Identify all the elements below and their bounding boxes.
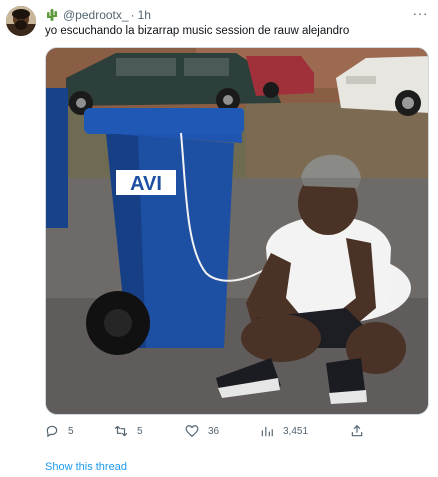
timestamp[interactable]: 1h [138, 8, 151, 22]
share-button[interactable] [350, 424, 373, 438]
tweet-card[interactable]: @pedrootx_ · 1h ··· yo escuchando la biz… [0, 0, 438, 477]
share-icon [351, 424, 363, 437]
like-count: 36 [208, 425, 220, 437]
avatar[interactable] [6, 6, 36, 36]
heart-icon [185, 425, 199, 438]
show-thread-link[interactable]: Show this thread [45, 461, 127, 473]
user-handle[interactable]: @pedrootx_ [63, 8, 129, 22]
tweet-text: yo escuchando la bizarrap music session … [45, 25, 350, 37]
separator-dot: · [130, 8, 135, 22]
more-options-icon[interactable]: ··· [413, 5, 429, 21]
bin-logo-text: AVI [130, 173, 162, 195]
retweet-button[interactable]: 5 [114, 424, 143, 438]
tweet-image[interactable]: AVI [45, 47, 429, 415]
photo-trash-bin-man: AVI [46, 48, 428, 414]
retweet-count: 5 [137, 425, 143, 437]
views-chart-icon [261, 426, 273, 437]
views-button[interactable]: 3,451 [260, 424, 308, 438]
views-count: 3,451 [283, 425, 309, 437]
like-button[interactable]: 36 [185, 424, 219, 438]
tweet-header: @pedrootx_ · 1h ··· [45, 5, 429, 23]
reply-button[interactable]: 5 [45, 424, 74, 438]
avatar-image [6, 6, 36, 36]
reply-icon [46, 425, 58, 438]
reply-count: 5 [68, 425, 74, 437]
cactus-emoji-icon [47, 9, 57, 21]
action-bar: 5 5 36 3,451 [45, 424, 375, 442]
retweet-icon [114, 425, 128, 437]
